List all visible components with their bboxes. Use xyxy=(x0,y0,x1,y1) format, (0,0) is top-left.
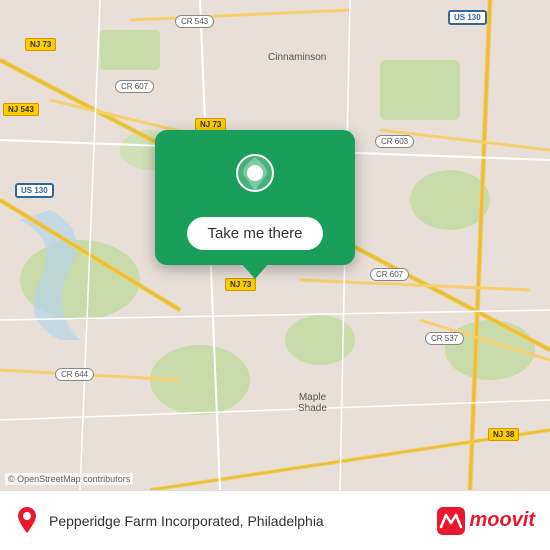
bottom-bar: Pepperidge Farm Incorporated, Philadelph… xyxy=(0,490,550,550)
copyright-text: © OpenStreetMap contributors xyxy=(5,473,133,485)
take-me-there-button[interactable]: Take me there xyxy=(187,217,322,250)
moovit-logo: moovit xyxy=(437,507,535,535)
popup-card: Take me there xyxy=(155,130,355,265)
location-name: Pepperidge Farm Incorporated, Philadelph… xyxy=(49,513,437,529)
location-pin-icon xyxy=(230,153,280,203)
moovit-logo-icon xyxy=(437,507,465,535)
bottom-location-icon xyxy=(15,507,39,535)
moovit-logo-text: moovit xyxy=(469,509,535,532)
map-container: CR 543 CR 607 CR 603 CR 607 CR 644 CR 53… xyxy=(0,0,550,490)
pin-icon-container xyxy=(228,150,283,205)
